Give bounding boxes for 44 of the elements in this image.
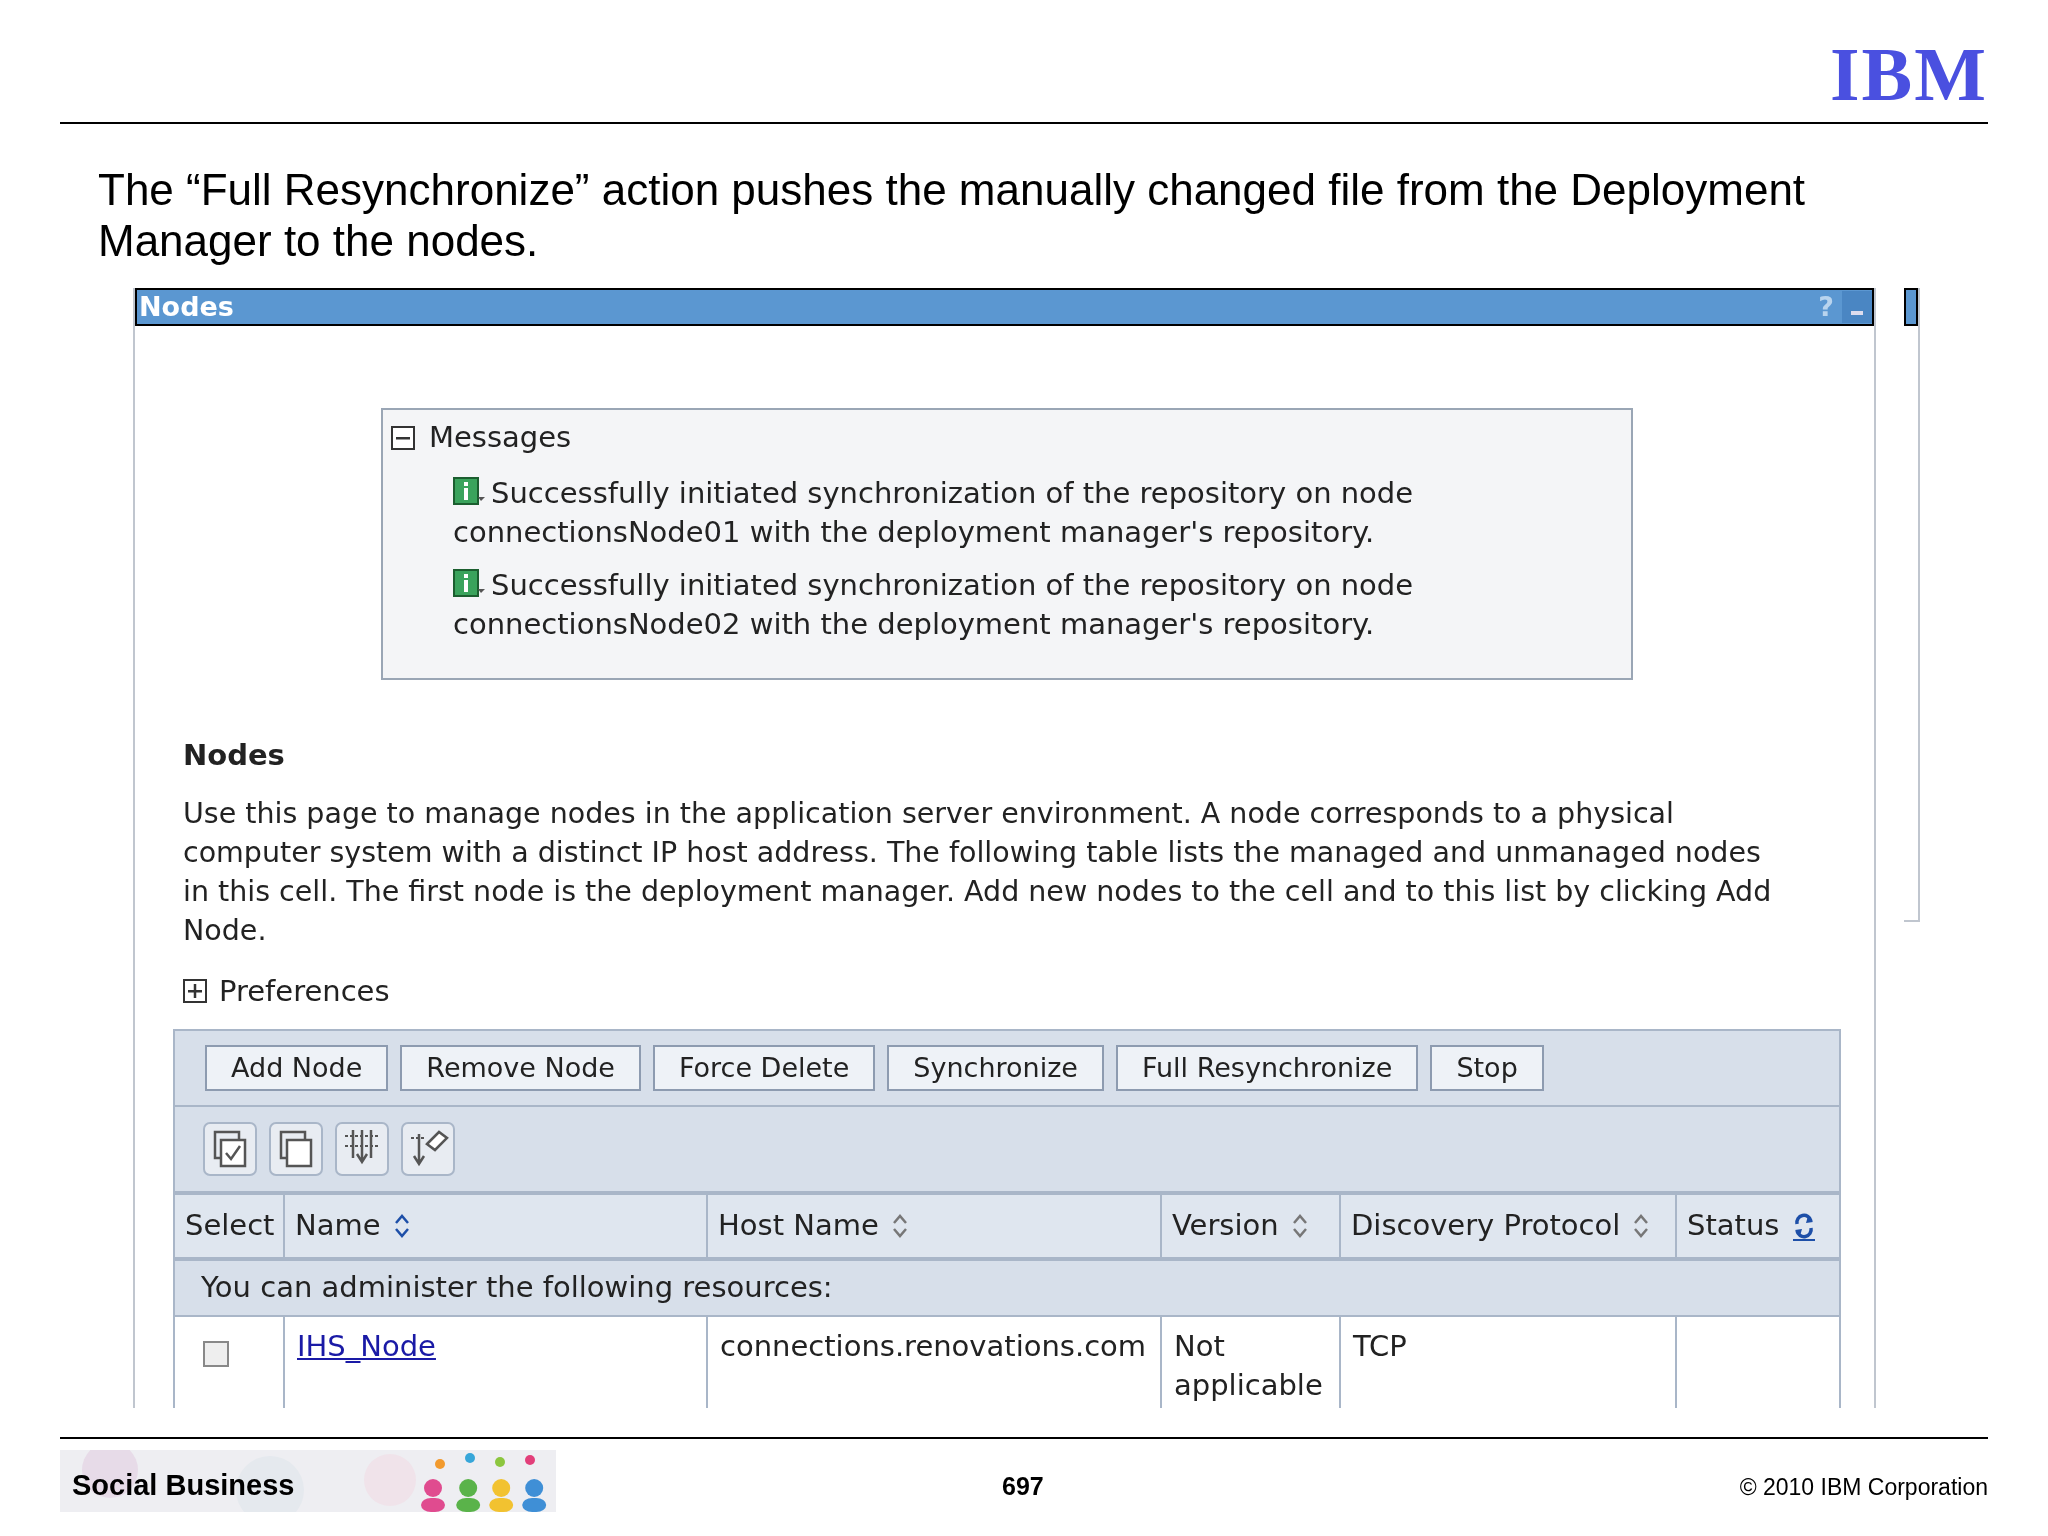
- column-header[interactable]: Discovery Protocol: [1341, 1195, 1677, 1257]
- table-cell-text: Not applicable: [1174, 1328, 1324, 1404]
- table-cell: connections.renovations.com: [720, 1329, 1147, 1363]
- column-label: Status: [1687, 1207, 1780, 1245]
- select-all-icon[interactable]: [203, 1122, 257, 1176]
- slide-title: The “Full Resynchronize” action pushes the manually changed file from the Deployment Manager to the nodes.: [98, 164, 1807, 266]
- column-header[interactable]: Name: [285, 1195, 708, 1257]
- action-button[interactable]: Add Node: [205, 1045, 389, 1091]
- eraser-icon[interactable]: [401, 1122, 455, 1176]
- column-header[interactable]: Host Name: [708, 1195, 1162, 1257]
- preferences-link[interactable]: Preferences: [219, 969, 390, 1013]
- column-label: Discovery Protocol: [1351, 1207, 1621, 1245]
- messages-title: Messages: [429, 419, 572, 456]
- action-button[interactable]: Synchronize: [887, 1045, 1104, 1091]
- table-cell: TCP: [1353, 1329, 1407, 1363]
- info-icon: [453, 476, 487, 507]
- column-header[interactable]: Version: [1162, 1195, 1341, 1257]
- column-label: Select: [185, 1207, 275, 1245]
- expand-icon[interactable]: [183, 979, 207, 1004]
- message-text: Successfully initiated synchronization of the repository on node connectionsNode01 with the deployment manager's repository.: [453, 474, 1415, 551]
- copyright: © 2010 IBM Corporation: [1739, 1473, 1988, 1502]
- minimize-icon[interactable]: [1842, 291, 1872, 323]
- filter-icon[interactable]: [335, 1122, 389, 1176]
- action-button[interactable]: Force Delete: [652, 1045, 876, 1091]
- window-title: Nodes: [139, 289, 234, 324]
- info-icon: [453, 568, 487, 599]
- collapse-icon[interactable]: [391, 425, 415, 450]
- column-label: Name: [295, 1207, 381, 1245]
- message-text: Successfully initiated synchronization of the repository on node connectionsNode02 with the deployment manager's repository.: [453, 566, 1415, 643]
- page-number: 697: [1002, 1471, 1044, 1502]
- action-button[interactable]: Full Resynchronize: [1115, 1045, 1419, 1091]
- action-button[interactable]: Remove Node: [400, 1045, 641, 1091]
- section-description: Use this page to manage nodes in the application server environment. A node corresponds to a physical computer system with a distinct IP host address. The following table lists the managed and unmanaged nodes in this cell. The first node is the deployment manager. Add new nodes to the cell and to this list by clicking Add Node.: [183, 795, 1773, 949]
- action-button[interactable]: Stop: [1430, 1045, 1544, 1091]
- group-row-label: You can administer the following resources:: [201, 1269, 833, 1307]
- deselect-all-icon[interactable]: [269, 1122, 323, 1176]
- column-label: Version: [1172, 1207, 1279, 1245]
- column-header[interactable]: Status: [1677, 1195, 1839, 1257]
- row-checkbox[interactable]: [203, 1341, 229, 1367]
- ibm-logo: IBM: [1830, 44, 1988, 104]
- brand-label: Social Business: [72, 1468, 295, 1503]
- node-link[interactable]: IHS_Node: [297, 1329, 436, 1363]
- column-label: Host Name: [718, 1207, 879, 1245]
- section-heading: Nodes: [183, 737, 286, 774]
